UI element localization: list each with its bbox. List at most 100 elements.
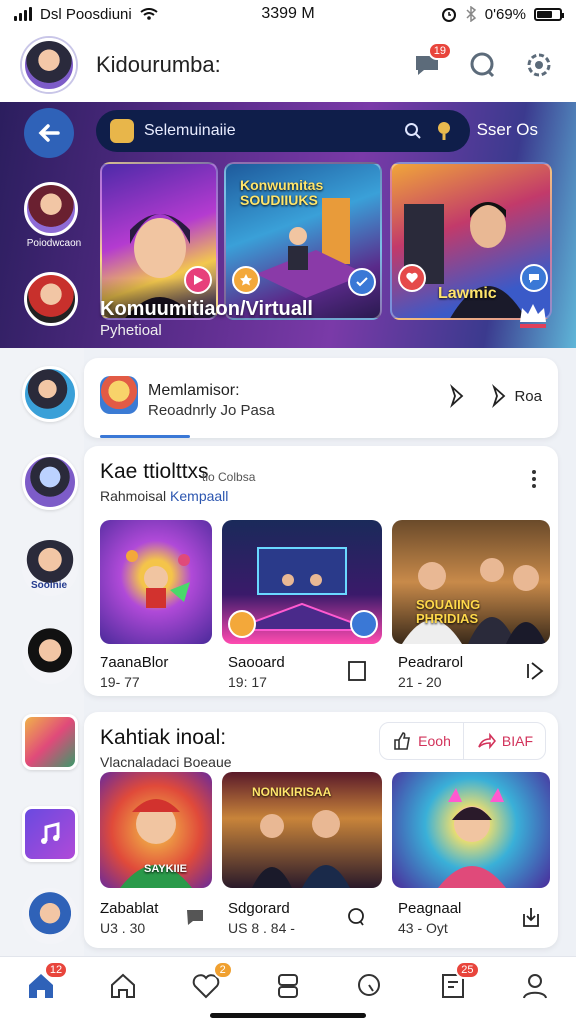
thumbnail-caption: Zabablat — [100, 900, 159, 917]
mascot-icon — [100, 376, 138, 414]
search-button[interactable] — [468, 50, 498, 80]
rail-avatar[interactable] — [22, 628, 78, 684]
section-card: Kae ttiolttxs tio Colbsa Rahmoisal Kempa… — [84, 446, 558, 696]
thumbnail[interactable] — [392, 772, 550, 888]
thumbnail[interactable] — [222, 520, 382, 644]
download-icon[interactable] — [520, 906, 542, 928]
section-subtitle: Vlacnaladaci Boeaue — [100, 754, 232, 770]
search-icon — [358, 973, 381, 996]
thumbnail-caption: Sdgorard — [228, 900, 290, 917]
rail-avatar[interactable] — [22, 454, 78, 510]
crown-icon[interactable] — [516, 298, 550, 332]
play-icon — [194, 275, 203, 285]
nav-home[interactable]: 12 — [24, 960, 69, 1003]
tile-badge — [232, 266, 260, 294]
home-indicator — [210, 1013, 366, 1018]
category-chip-icon — [110, 119, 134, 143]
tile-chat-button[interactable] — [520, 264, 548, 292]
chat-badge: 19 — [427, 42, 452, 60]
section-subtitle: Rahmoisal Kempaall — [100, 488, 228, 504]
status-bar: Dsl Poosdiuni 3399 M 0'69% — [0, 0, 576, 28]
thumbnail-caption: 7aanaBlor — [100, 654, 169, 671]
tab-indicator — [100, 435, 190, 438]
share-button[interactable]: BIAF — [462, 723, 545, 759]
nav-library[interactable] — [271, 969, 305, 1003]
rail-avatar[interactable] — [22, 366, 78, 422]
nav-profile[interactable] — [518, 969, 552, 1003]
hero-tile[interactable]: Lawmic — [390, 162, 552, 320]
story-avatar[interactable] — [24, 182, 78, 236]
tile-check-button[interactable] — [348, 268, 376, 296]
thumbnail-tag: SOUAIING PHRIDIAS — [416, 597, 481, 626]
message-action-button[interactable]: Roa — [488, 384, 542, 408]
thumbnail-caption: Saooard — [228, 654, 285, 671]
nav-favorites-badge: 2 — [212, 960, 233, 979]
user-icon — [522, 973, 547, 998]
thumbnail[interactable] — [100, 520, 212, 644]
profile-avatar[interactable] — [22, 38, 76, 92]
message-card[interactable]: Memlamisor: Reoadnrly Jo Pasa Roa — [84, 358, 558, 438]
message-title: Memlamisor: — [148, 382, 240, 399]
rail-tag: Sooinie — [30, 580, 68, 591]
app-title: Kidourumba: — [96, 52, 221, 77]
settings-button[interactable] — [524, 50, 554, 80]
more-options-button[interactable] — [532, 470, 536, 488]
microphone-icon[interactable] — [432, 119, 456, 143]
hero-tile[interactable]: Konwumitas SOUDIIUKS — [224, 162, 382, 320]
thumbnail-meta: 43 - Oyt — [398, 920, 448, 936]
thumbnail-caption: Peadrarol — [398, 654, 464, 671]
section-subtitle-text: Rahmoisal — [100, 488, 167, 504]
send-icon — [492, 384, 506, 408]
section-subtitle-link[interactable]: Kempaall — [170, 488, 228, 504]
hero-subtitle: Pyhetioal — [100, 322, 162, 339]
rail-music-app[interactable] — [22, 806, 78, 862]
nav-house[interactable] — [106, 969, 140, 1003]
share-icon[interactable] — [524, 660, 546, 682]
thumbnail-meta: 21 - 20 — [398, 674, 442, 690]
thumbnail-meta: 19- 77 — [100, 674, 140, 690]
search-icon[interactable] — [346, 906, 368, 928]
rail-app-tile[interactable] — [22, 714, 78, 770]
story-avatar[interactable] — [24, 272, 78, 326]
music-note-icon — [41, 822, 60, 844]
tile-action-button[interactable] — [184, 266, 212, 294]
section-actions: Eooh BIAF — [379, 722, 546, 760]
nav-favorites[interactable]: 2 — [189, 960, 233, 1003]
nav-notes[interactable]: 25 — [436, 960, 480, 1003]
search-input[interactable] — [144, 122, 394, 140]
search-icon — [470, 52, 495, 78]
gear-icon — [527, 53, 551, 77]
back-button[interactable] — [24, 108, 74, 158]
side-rail: Sooinie — [0, 348, 84, 956]
pin-icon[interactable] — [444, 384, 468, 408]
rail-avatar[interactable] — [22, 888, 78, 944]
message-subtitle: Reoadnrly Jo Pasa — [148, 402, 275, 419]
section-card: Kahtiak inoal: Vlacnaladaci Boeaue Eooh … — [84, 712, 558, 948]
battery-percent: 0'69% — [484, 5, 526, 23]
story-label: Poiodwcaon — [26, 238, 82, 249]
heart-icon — [406, 272, 418, 283]
bookmark-icon[interactable] — [346, 660, 368, 682]
thumbnail[interactable]: NONIKIRISAA — [222, 772, 382, 888]
comment-icon[interactable] — [184, 906, 206, 928]
tile-action-button[interactable] — [398, 264, 426, 292]
thumbnail[interactable]: SAYKIIE — [100, 772, 212, 888]
like-button[interactable]: Eooh — [380, 723, 463, 759]
chat-button[interactable]: 19 — [412, 42, 452, 80]
search-bar[interactable] — [96, 110, 470, 152]
chat-bubble-icon — [529, 274, 539, 283]
star-icon — [240, 274, 252, 286]
nav-notes-badge: 25 — [455, 960, 480, 979]
section-title: Kae ttiolttxs — [100, 460, 209, 483]
thumbnail[interactable]: SOUAIING PHRIDIAS — [392, 520, 550, 644]
thumbnail-caption: Peagnaal — [398, 900, 462, 917]
hero-tile[interactable] — [100, 162, 218, 320]
thumbnail-chat-button[interactable] — [350, 610, 378, 638]
wifi-icon — [140, 8, 158, 20]
nav-search[interactable] — [353, 969, 387, 1003]
stack-icon — [277, 973, 298, 998]
hero-see-more-link[interactable]: Sser Os — [477, 120, 538, 140]
message-action-label: Roa — [514, 387, 542, 405]
thumbnail-badge — [228, 610, 256, 638]
search-icon[interactable] — [404, 122, 422, 140]
